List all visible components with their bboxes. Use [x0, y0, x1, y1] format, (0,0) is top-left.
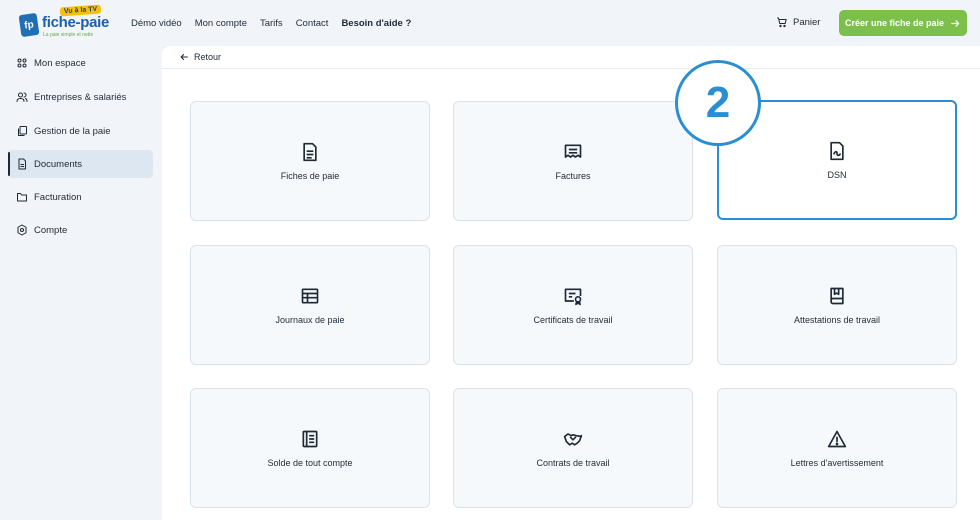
card-label: Contrats de travail — [536, 457, 610, 468]
main-content: Retour Fiches de paie Factures DSN Journ… — [162, 46, 980, 520]
card-label: Solde de tout compte — [267, 457, 353, 468]
back-label: Retour — [194, 52, 222, 62]
create-payslip-button[interactable]: Créer une fiche de paie — [839, 10, 967, 36]
gear-icon — [17, 224, 27, 236]
sidebar-item-label: Facturation — [34, 191, 82, 203]
copy-icon — [18, 126, 27, 136]
step-badge: 2 — [675, 60, 761, 146]
card-factures[interactable]: Factures — [453, 101, 693, 221]
card-label: Fiches de paie — [280, 170, 340, 181]
warning-icon — [827, 430, 847, 447]
book-icon — [830, 287, 844, 304]
cart-link[interactable]: Panier — [776, 16, 820, 28]
document-icon — [18, 158, 26, 170]
sidebar-item-label: Gestion de la paie — [34, 125, 111, 137]
sidebar-item-gestion-paie[interactable]: Gestion de la paie — [8, 117, 153, 145]
cart-icon — [777, 17, 787, 28]
users-icon — [16, 92, 28, 102]
card-label: DSN — [827, 169, 847, 180]
card-solde-de-tout-compte[interactable]: Solde de tout compte — [190, 388, 430, 508]
cart-label: Panier — [793, 16, 821, 28]
sidebar: Mon espace Entreprises & salariés Gestio… — [0, 46, 162, 520]
logo-name: fiche-paie — [42, 14, 110, 31]
grid-icon — [17, 58, 27, 68]
nav-help[interactable]: Besoin d'aide ? — [341, 18, 411, 29]
nav-tarifs[interactable]: Tarifs — [260, 18, 283, 29]
arrow-left-icon — [180, 53, 188, 61]
document-lines-icon — [303, 142, 317, 161]
folder-icon — [17, 193, 27, 202]
top-header: fp Vu à la TV fiche-paie La paie simple … — [0, 0, 980, 46]
table-icon — [301, 288, 319, 303]
divider — [162, 68, 980, 69]
logo-tagline: La paie simple et nette — [43, 32, 94, 38]
sidebar-item-label: Mon espace — [34, 57, 86, 69]
sidebar-item-entreprises[interactable]: Entreprises & salariés — [8, 83, 153, 111]
document-signature-icon — [830, 141, 844, 160]
card-certificats[interactable]: Certificats de travail — [453, 245, 693, 365]
sidebar-item-label: Compte — [34, 224, 68, 236]
card-fiches-de-paie[interactable]: Fiches de paie — [190, 101, 430, 221]
card-label: Attestations de travail — [793, 314, 881, 325]
card-lettres-avertissement[interactable]: Lettres d'avertissement — [717, 388, 957, 508]
main-nav: Démo vidéo Mon compte Tarifs Contact Bes… — [131, 0, 411, 46]
card-label: Journaux de paie — [275, 314, 345, 325]
card-label: Lettres d'avertissement — [790, 457, 884, 468]
sidebar-item-facturation[interactable]: Facturation — [8, 183, 153, 211]
nav-contact[interactable]: Contact — [296, 18, 329, 29]
arrow-right-icon — [951, 19, 960, 27]
nav-mon-compte[interactable]: Mon compte — [195, 18, 247, 29]
card-contrats[interactable]: Contrats de travail — [453, 388, 693, 508]
card-label: Certificats de travail — [533, 314, 613, 325]
sidebar-item-compte[interactable]: Compte — [8, 216, 153, 244]
card-journaux-de-paie[interactable]: Journaux de paie — [190, 245, 430, 365]
sidebar-item-label: Documents — [34, 158, 83, 170]
list-document-icon — [302, 430, 318, 447]
certificate-icon — [564, 288, 582, 305]
cta-label: Créer une fiche de paie — [844, 18, 945, 28]
sidebar-item-documents[interactable]: Documents — [8, 150, 153, 178]
card-attestations[interactable]: Attestations de travail — [717, 245, 957, 365]
handshake-icon — [563, 432, 583, 446]
back-link[interactable]: Retour — [179, 52, 221, 62]
nav-demo-video[interactable]: Démo vidéo — [131, 18, 182, 29]
sidebar-item-label: Entreprises & salariés — [34, 91, 127, 103]
card-label: Factures — [555, 170, 591, 181]
logo[interactable]: fp Vu à la TV fiche-paie La paie simple … — [16, 4, 116, 40]
receipt-icon — [564, 144, 582, 158]
sidebar-item-mon-espace[interactable]: Mon espace — [8, 49, 153, 77]
logo-mark: fp — [18, 12, 40, 38]
